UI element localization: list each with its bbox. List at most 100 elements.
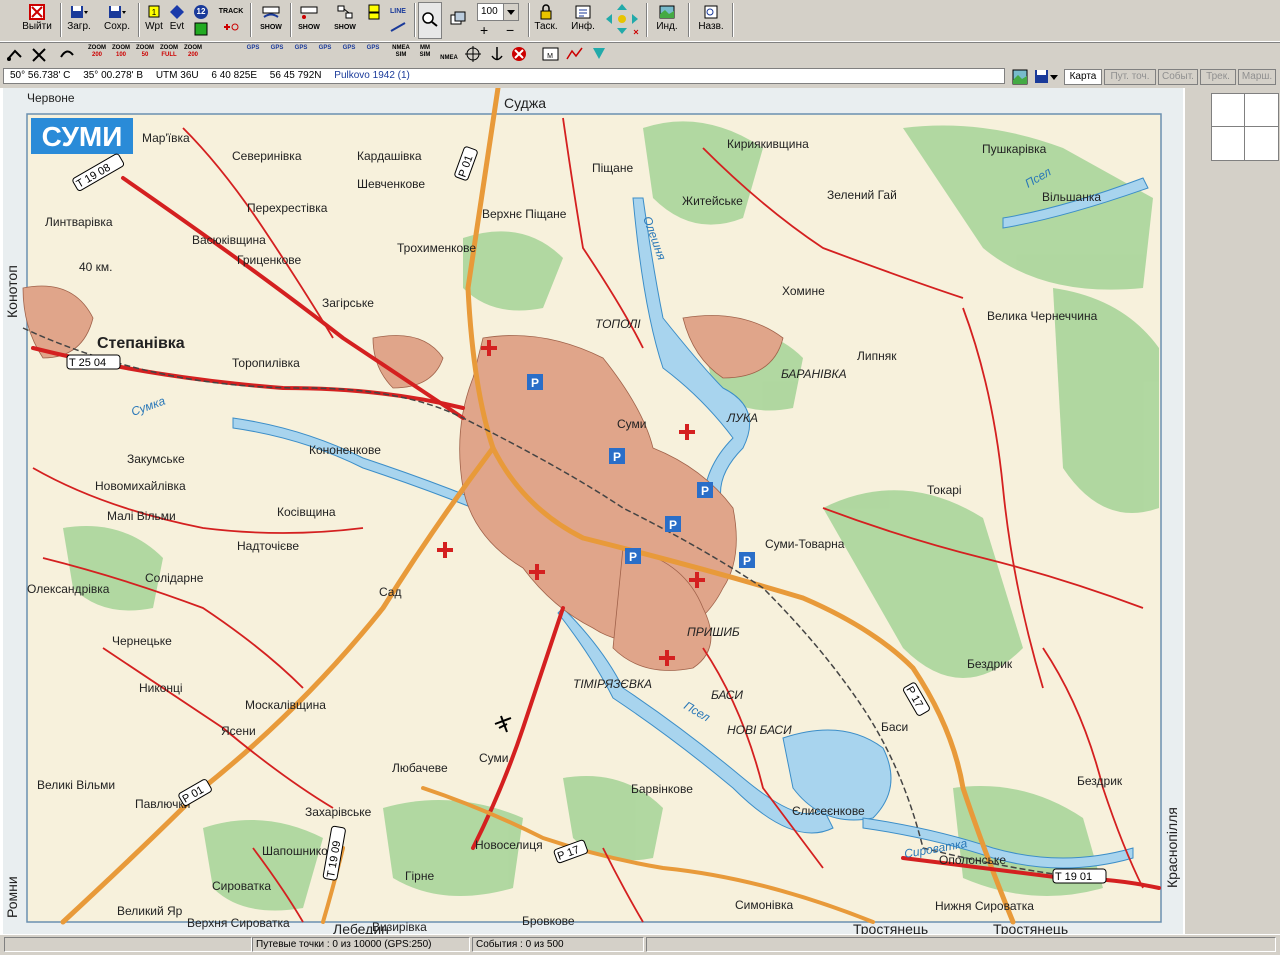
place-label: НОВІ БАСИ	[727, 723, 792, 737]
northing: 56 45 792N	[269, 70, 322, 81]
ind-button[interactable]: Инд.	[650, 2, 684, 39]
place-label: Піщане	[592, 161, 633, 175]
map-canvas[interactable]: СУМИ Суджа Конотоп Ромни Краснопілля Леб…	[3, 88, 1183, 934]
stop-icon[interactable]	[508, 45, 530, 65]
status-bar: Путевые точки : 0 из 10000 (GPS:250) Соб…	[0, 934, 1280, 955]
save-map-icon[interactable]	[1034, 69, 1060, 85]
load-button[interactable]: Загр.	[62, 2, 96, 39]
search-names-icon	[704, 5, 718, 19]
waypoint-list-button[interactable]	[364, 2, 386, 39]
magnifier-icon	[422, 12, 438, 27]
svg-text:P: P	[701, 484, 709, 498]
map-viewport[interactable]: СУМИ Суджа Конотоп Ромни Краснопілля Леб…	[0, 88, 1185, 934]
place-label: Вільшанка	[1042, 190, 1101, 204]
svg-text:M: M	[547, 53, 553, 60]
gps-button-5[interactable]: GPS	[338, 45, 360, 65]
show-button-3[interactable]: SHOW	[330, 2, 360, 39]
save-button[interactable]: Сохр.	[100, 2, 134, 39]
undo-icon[interactable]	[56, 45, 78, 65]
zoom-full-button[interactable]: ZOOM FULL	[158, 45, 180, 65]
chevron-down-icon[interactable]	[503, 4, 518, 20]
nmea-button[interactable]: NMEA	[438, 45, 460, 65]
place-label: Сад	[379, 585, 401, 599]
list-icon	[368, 4, 380, 20]
svg-text:T 25 04: T 25 04	[69, 357, 106, 369]
track-button[interactable]: TRACK	[214, 2, 248, 39]
place-label: Бездрик	[1077, 774, 1123, 788]
pan-arrows-icon	[606, 4, 639, 35]
names-button[interactable]: Назв.	[692, 2, 730, 39]
place-label: Баси	[881, 720, 908, 734]
info-icon	[575, 5, 591, 19]
place-label: ТІМІРЯЗЄВКА	[573, 677, 652, 691]
tab-track[interactable]: Трек.	[1200, 69, 1236, 85]
place-label: Гірне	[405, 869, 434, 883]
gps-button-4[interactable]: GPS	[314, 45, 336, 65]
zoom-tool-button[interactable]	[418, 2, 442, 39]
counter-button[interactable]: 12	[190, 2, 212, 39]
crosshair-icon[interactable]	[462, 45, 484, 65]
gps-button-1[interactable]: GPS	[242, 45, 264, 65]
main-toolbar: Выйти Загр. Сохр. 1 Wpt Evt 12 TRACK SHO…	[0, 0, 1280, 42]
zoom-100-button[interactable]: ZOOM 100	[110, 45, 132, 65]
exit-button[interactable]: Выйти	[18, 2, 56, 39]
overview-map[interactable]	[1211, 93, 1279, 161]
event-button[interactable]: Evt	[166, 2, 188, 39]
gps-button-2[interactable]: GPS	[266, 45, 288, 65]
zoom-200b-button[interactable]: ZOOM 200	[182, 45, 204, 65]
pan-arrows-button[interactable]	[602, 2, 642, 39]
place-label: Пушкарівка	[982, 142, 1047, 156]
border-label-bottom-2: Тростянець	[853, 921, 928, 934]
tools-icon[interactable]	[28, 45, 50, 65]
line-graph-icon	[262, 6, 280, 18]
border-label-left-bottom: Ромни	[4, 876, 20, 918]
anchor-icon[interactable]	[486, 45, 508, 65]
place-label: Москалівщина	[245, 698, 326, 712]
chart-icon[interactable]: M	[540, 45, 562, 65]
exit-icon	[29, 4, 45, 20]
zoom-select[interactable]: 100	[477, 3, 519, 21]
zoom-200-button[interactable]: ZOOM 200	[86, 45, 108, 65]
zoom-out-icon[interactable]: −	[506, 23, 520, 37]
place-label: Косівщина	[277, 505, 336, 519]
line-button[interactable]: LINE	[386, 2, 410, 39]
window-button[interactable]	[446, 2, 470, 39]
profile-icon[interactable]	[564, 45, 586, 65]
status-events: События : 0 из 500	[472, 937, 644, 952]
gps-button-3[interactable]: GPS	[290, 45, 312, 65]
zoom-in-icon[interactable]: +	[480, 23, 494, 37]
line-icon	[390, 22, 406, 32]
tab-waypoints[interactable]: Пут. точ.	[1104, 69, 1156, 85]
place-label: Ополонське	[939, 853, 1006, 867]
mm-sim-button[interactable]: MM SIM	[414, 45, 436, 65]
place-label: Кононенкове	[309, 443, 381, 457]
show-button-1[interactable]: SHOW	[254, 2, 288, 39]
border-label-top: Суджа	[504, 95, 546, 111]
road-shield: T 25 04	[66, 354, 121, 370]
place-label: Нижня Сироватка	[935, 899, 1034, 913]
place-label: Липняк	[857, 349, 897, 363]
place-label: Житейське	[682, 194, 743, 208]
coordinate-bar: 50° 56.738' С 35° 00.278' В UTM 36U 6 40…	[0, 66, 1280, 88]
zoom-50-button[interactable]: ZOOM 50	[134, 45, 156, 65]
place-label: Перехрестівка	[247, 201, 328, 215]
link-icon[interactable]	[4, 45, 26, 65]
tab-map[interactable]: Карта	[1064, 69, 1102, 85]
tab-events[interactable]: Событ.	[1158, 69, 1198, 85]
task-button[interactable]: Таск.	[530, 2, 562, 39]
signal-icon[interactable]	[588, 45, 610, 65]
gps-button-6[interactable]: GPS	[362, 45, 384, 65]
image-icon[interactable]	[1012, 69, 1028, 85]
points-icon	[300, 6, 318, 19]
nmea-sim-button[interactable]: NMEA SIM	[390, 45, 412, 65]
place-label: ПРИШИБ	[687, 625, 740, 639]
waypoint-button[interactable]: 1 Wpt	[142, 2, 166, 39]
border-label-right-bottom: Краснопілля	[1164, 807, 1180, 888]
info-button[interactable]: Инф.	[566, 2, 600, 39]
tab-route[interactable]: Марш.	[1238, 69, 1276, 85]
map-image[interactable]: СУМИ Суджа Конотоп Ромни Краснопілля Леб…	[3, 88, 1183, 934]
place-label: Гриценкове	[237, 253, 302, 267]
place-label: Новомихайлівка	[95, 479, 186, 493]
svg-text:P: P	[743, 554, 751, 568]
show-button-2[interactable]: SHOW	[292, 2, 326, 39]
